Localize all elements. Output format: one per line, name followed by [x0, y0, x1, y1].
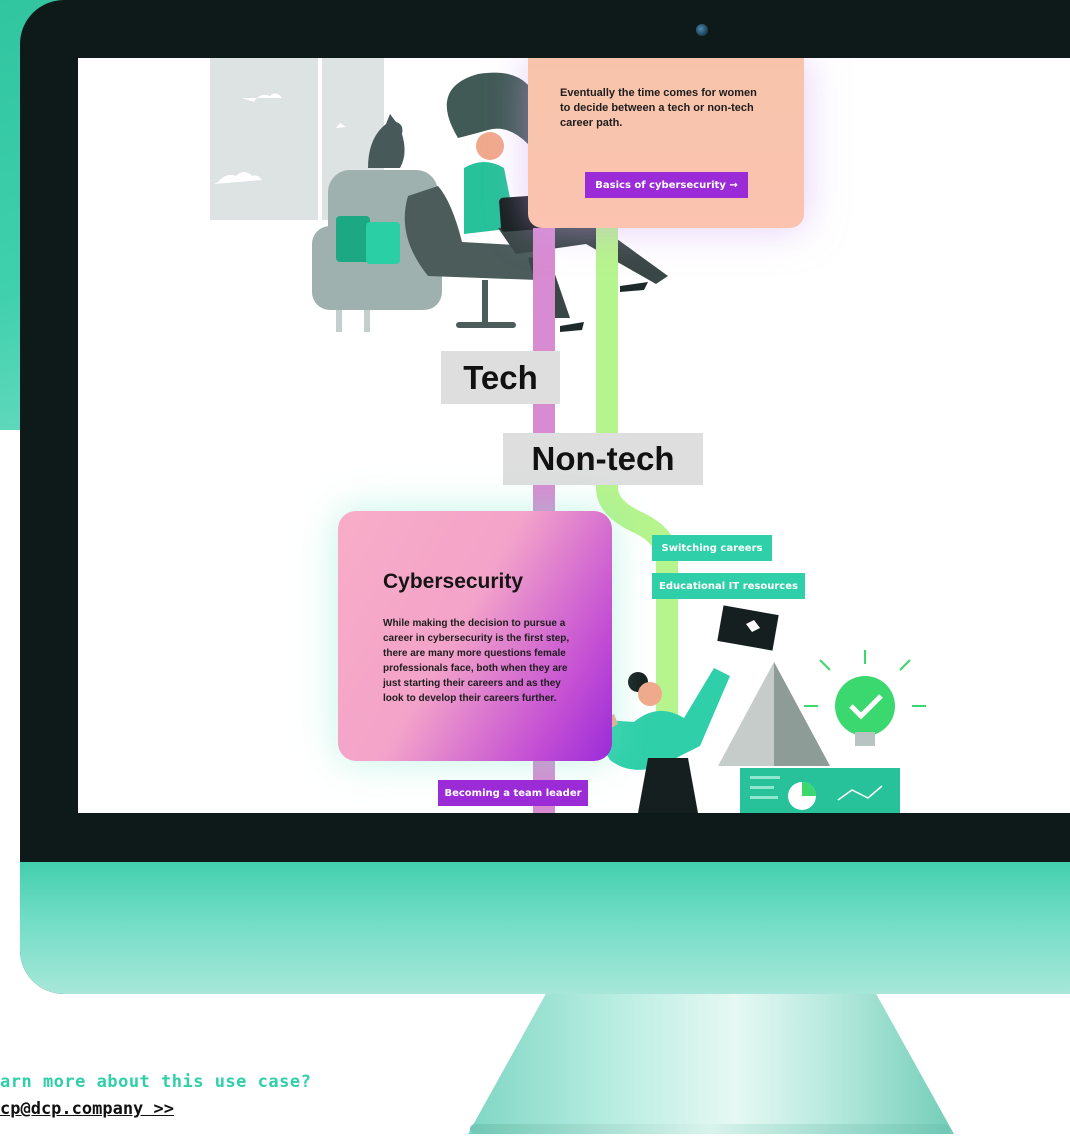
pyramid-illustration [718, 662, 830, 766]
basics-of-cybersecurity-button[interactable]: Basics of cybersecurity → [585, 172, 748, 198]
becoming-a-team-leader-button[interactable]: Becoming a team leader [438, 780, 588, 806]
camera-icon [696, 24, 708, 36]
cybersecurity-card-text: While making the decision to pursue a ca… [383, 618, 570, 704]
educational-it-resources-button[interactable]: Educational IT resources [652, 573, 805, 599]
monitor-screen: Eventually the time comes for women to d… [78, 58, 1070, 813]
intro-card-text: Eventually the time comes for women to d… [560, 87, 757, 129]
intro-card [528, 58, 804, 228]
non-tech-label: Non-tech [503, 433, 703, 485]
monitor-stand-base [470, 1124, 950, 1134]
switching-careers-button[interactable]: Switching careers [652, 535, 772, 561]
footer-question: arn more about this use case? [0, 1072, 312, 1092]
tech-label: Tech [441, 351, 560, 404]
lightbulb-illustration [804, 650, 926, 746]
dashboard-illustration [740, 768, 900, 813]
footer-email-link[interactable]: cp@dcp.company >> [0, 1099, 174, 1119]
monitor-chin [20, 862, 1070, 994]
cybersecurity-card-title: Cybersecurity [383, 570, 524, 593]
monitor-stand [468, 994, 954, 1134]
